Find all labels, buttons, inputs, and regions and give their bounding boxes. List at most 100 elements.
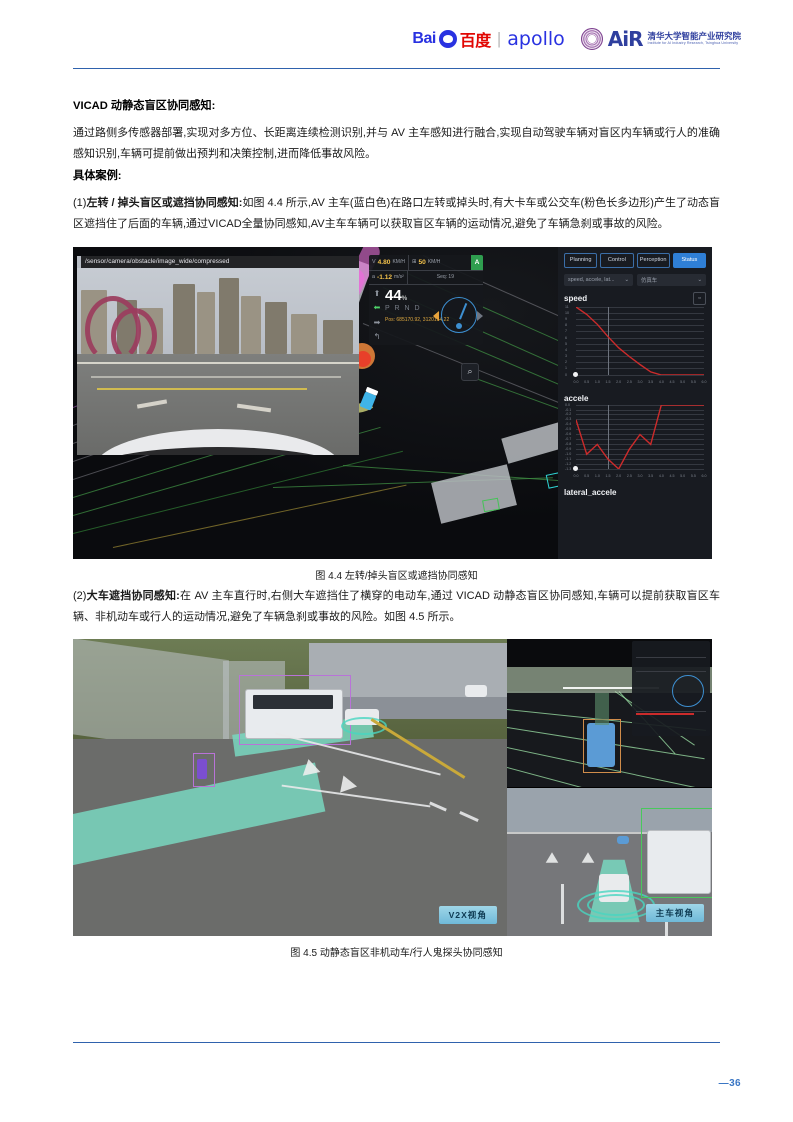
hud-speed-row: V 4.80 KM/H ⊞ 50 KM/H A [369, 254, 483, 271]
case-2-number: (2) [73, 589, 87, 602]
section-title: VICAD 动静态盲区协同感知: [73, 100, 216, 112]
chart-x-tick: 0.5 [584, 473, 590, 478]
chart-x-tick: 3.5 [648, 473, 654, 478]
apollo-logo: apollo [507, 28, 565, 50]
hud-seq-cell: Seq: 19 [406, 270, 483, 284]
baidu-logo-cn: 百度 [459, 33, 492, 50]
figure-4-5: V2X视角 主车视角 [73, 638, 712, 936]
arrow-up-icon: ⬆ [373, 288, 381, 298]
tab-status[interactable]: Status [672, 252, 706, 268]
v2x-pedestrian-detection-box [193, 752, 215, 787]
tab-perception[interactable]: Perception [636, 252, 670, 268]
hud-throttle-unit: % [401, 295, 408, 302]
chart-y-tick: 5 [565, 341, 567, 346]
chart-x-tick: 0.0 [573, 379, 579, 384]
speed-chart: 11 10 9 8 7 6 5 4 3 2 1 0 0.0 0.5 1.0 1.5 2.0 2.5 3.0 3.5 4.… [564, 305, 707, 385]
v2x-view-tag: V2X视角 [438, 905, 497, 924]
chart-x-tick: 5.5 [690, 379, 696, 384]
case-1-label: 左转 / 掉头盲区或遮挡协同感知: [86, 196, 243, 209]
chart-y-tick: 7 [565, 329, 567, 334]
chart-x-tick: 2.0 [616, 473, 622, 478]
chart-x-tick: 4.0 [658, 379, 664, 384]
ego-view-tag: 主车视角 [645, 903, 704, 922]
chart-y-tick: -0.1 [565, 407, 572, 412]
chart-x-tick: 3.0 [637, 379, 643, 384]
chart-x-tick: 2.0 [616, 379, 622, 384]
chart-x-tick: 4.0 [658, 473, 664, 478]
intro-paragraph: 通过路侧多传感器部署,实现对多方位、长距离连续检测识别,并与 AV 主车感知进行… [73, 126, 720, 160]
chart-x-tick: 5.5 [690, 473, 696, 478]
chart-x-tick: 4.5 [669, 379, 675, 384]
baidu-logo-latin: Bai [412, 30, 436, 47]
chart-y-tick: -1.2 [565, 461, 572, 466]
chart-x-tick: 0.0 [573, 473, 579, 478]
speed-chart-header: speed ▫ [564, 291, 706, 305]
accele-chart-header: accele [564, 394, 706, 403]
expand-icon[interactable]: ▫ [693, 291, 706, 305]
v2x-road-arrow [299, 756, 321, 776]
hud-accel-unit: m/s² [394, 274, 404, 281]
air-logo-word: AiR [607, 27, 644, 51]
tab-planning[interactable]: Planning [564, 252, 598, 268]
air-logo-cn: 清华大学智能产业研究院 Institute for AI Industry Re… [647, 32, 741, 46]
dreamview-selects: speed, accele, lat... ⌄ 仿真车 ⌄ [564, 273, 706, 286]
v2x-roadside-view: V2X视角 [73, 638, 507, 936]
turn-indicator-right-icon [477, 310, 483, 321]
magnifier-icon[interactable]: ⌕ [461, 362, 479, 381]
chart-y-tick: -0.6 [565, 432, 572, 437]
case-2-label: 大车遮挡协同感知: [86, 589, 180, 602]
ego-bus-detection-box [641, 807, 712, 898]
hud-speed-cell: V 4.80 KM/H [369, 255, 408, 270]
hud-accel-value: -1.12 [377, 273, 393, 281]
chart-y-tick: -1.1 [565, 456, 572, 461]
air-logo: AiR 清华大学智能产业研究院 Institute for AI Industr… [580, 25, 741, 53]
chart-y-tick: -0.5 [565, 427, 572, 432]
header-logos: Bai 百度 | apollo AiR 清华大学智能产业研究院 Institut… [412, 24, 741, 54]
chevron-down-icon: ⌄ [624, 276, 629, 283]
pointcloud-hud-divider [636, 710, 706, 712]
camera-building [323, 319, 353, 354]
ego-vehicle-ring [587, 893, 645, 916]
camera-feed-panel: /sensor/camera/obstacle/image_wide/compr… [77, 255, 359, 455]
accele-chart-title: accele [564, 393, 589, 403]
page-content: VICAD 动静态盲区协同感知: 通过路侧多传感器部署,实现对多方位、长距离连续… [73, 98, 720, 963]
speed-chart-origin-marker [573, 371, 578, 377]
chart-series-layer [576, 404, 704, 469]
hud-accel-cell: a -1.12 m/s² [369, 271, 407, 284]
chart-x-tick: 6.0 [701, 379, 707, 384]
chart-x-tick: 3.0 [637, 473, 643, 478]
speed-chart-plot: 11 10 9 8 7 6 5 4 3 2 1 0 0.0 0.5 1.0 1.5 2.0 2.5 3.0 3.5 4.… [565, 305, 707, 384]
camera-building [291, 313, 317, 354]
chart-gridline [576, 374, 704, 376]
speed-limit-icon: ⊞ [411, 259, 417, 266]
camera-building [241, 295, 261, 354]
pointcloud-hud-panel [632, 640, 710, 736]
camera-building [265, 301, 287, 354]
tab-control[interactable]: Control [600, 252, 634, 268]
chart-x-tick: 2.5 [626, 473, 632, 478]
chart-y-tick: 2 [565, 360, 567, 365]
case-2-paragraph: (2)大车遮挡协同感知:在 AV 主车直行时,右侧大车遮挡住了横穿的电动车,通过… [73, 586, 720, 628]
chart-x-tick: 1.5 [605, 379, 611, 384]
ego-lane-line [561, 883, 564, 924]
hud-accel-key: a [372, 274, 375, 281]
vehicle-select[interactable]: 仿真车 ⌄ [637, 273, 706, 286]
hud-speed-value: 4.80 [377, 258, 391, 266]
document-page: Bai 百度 | apollo AiR 清华大学智能产业研究院 Institut… [0, 0, 793, 1122]
metrics-select[interactable]: speed, accele, lat... ⌄ [564, 273, 633, 286]
turn-indicator-left-icon [433, 310, 439, 321]
lateral-accele-label: lateral_accele [564, 487, 617, 497]
hud-throttle-number: 44 [385, 286, 402, 304]
chart-x-tick: 1.0 [594, 379, 600, 384]
v2x-car [465, 684, 487, 697]
camera-building [173, 283, 195, 354]
chart-y-tick: -0.7 [565, 437, 572, 442]
hud-seq-value: Seq: 19 [436, 274, 454, 281]
chart-y-tick: 8 [565, 323, 567, 328]
detected-object-box [482, 497, 500, 512]
ego-road-arrow [545, 851, 559, 863]
chart-series-layer [576, 306, 704, 375]
ego-distant-vehicle [617, 835, 629, 844]
chart-y-tick: 11 [565, 304, 569, 309]
camera-yellow-line [97, 387, 307, 390]
